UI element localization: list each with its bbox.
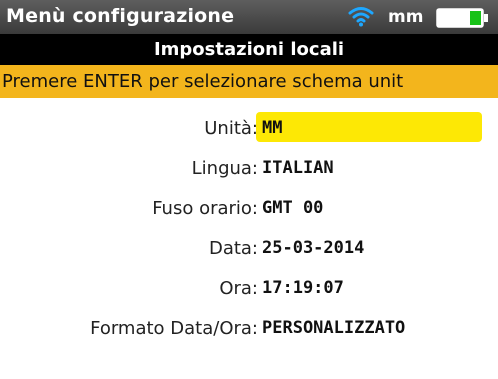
instruction-hint: Premere ENTER per selezionare schema uni…	[0, 65, 498, 98]
selection-highlight	[256, 112, 482, 142]
setting-value-time[interactable]: 17:19:07	[262, 278, 344, 298]
menu-title: Menù configurazione	[6, 5, 235, 27]
section-header: Impostazioni locali	[0, 34, 498, 65]
setting-value-datetime-format[interactable]: PERSONALIZZATO	[262, 318, 405, 338]
setting-label-timezone: Fuso orario:	[152, 198, 258, 219]
battery-icon	[436, 8, 488, 28]
setting-label-datetime-format: Formato Data/Ora:	[90, 318, 258, 339]
setting-row-units[interactable]: Unità: MM	[0, 110, 498, 150]
units-indicator: mm	[388, 7, 424, 27]
setting-label-units: Unità:	[204, 118, 258, 139]
setting-label-date: Data:	[208, 238, 258, 259]
setting-row-timezone[interactable]: Fuso orario: GMT 00	[0, 190, 498, 230]
setting-label-time: Ora:	[219, 278, 258, 299]
setting-row-date[interactable]: Data: 25-03-2014	[0, 230, 498, 270]
setting-row-time[interactable]: Ora: 17:19:07	[0, 270, 498, 310]
setting-value-language[interactable]: ITALIAN	[262, 158, 334, 178]
setting-value-date[interactable]: 25-03-2014	[262, 238, 364, 258]
setting-row-language[interactable]: Lingua: ITALIAN	[0, 150, 498, 190]
status-bar: Menù configurazione mm	[0, 0, 498, 34]
wifi-icon	[348, 7, 374, 27]
setting-value-timezone[interactable]: GMT 00	[262, 198, 323, 218]
setting-row-datetime-format[interactable]: Formato Data/Ora: PERSONALIZZATO	[0, 310, 498, 350]
setting-value-units[interactable]: MM	[262, 118, 282, 138]
settings-list: Unità: MM Lingua: ITALIAN Fuso orario: G…	[0, 110, 498, 350]
setting-label-language: Lingua:	[191, 158, 258, 179]
